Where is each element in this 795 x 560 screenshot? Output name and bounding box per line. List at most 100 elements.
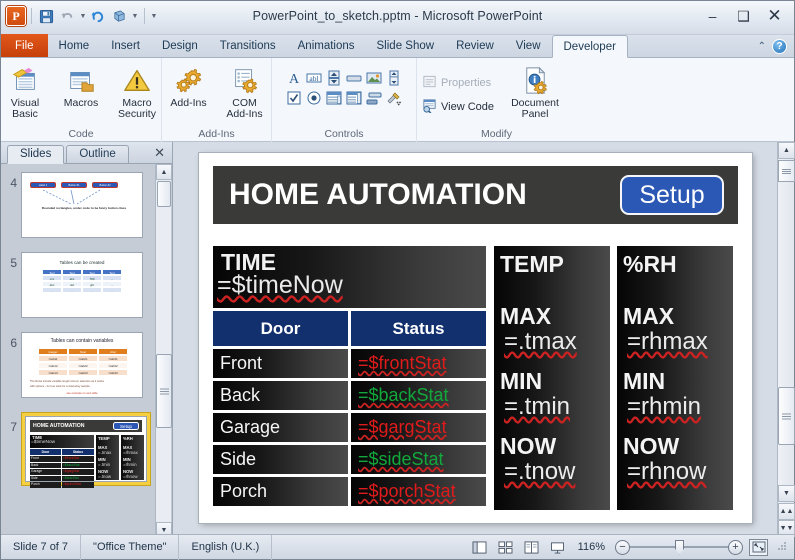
commandbutton-control-icon[interactable] <box>346 69 363 86</box>
thumb7-td: Garage <box>30 469 61 475</box>
tab-animations[interactable]: Animations <box>287 35 366 57</box>
tab-home[interactable]: Home <box>48 35 101 57</box>
tab-design[interactable]: Design <box>151 35 209 57</box>
close-button[interactable]: ✕ <box>759 3 790 29</box>
addins-group-buttons: Add-Ins COM Add-Ins <box>162 61 272 127</box>
maximize-button[interactable]: ❑ <box>728 3 759 29</box>
thumb5-title: Tables can be created <box>59 260 105 265</box>
zoom-slider[interactable]: − + <box>615 538 743 556</box>
optionbutton-control-icon[interactable] <box>306 89 323 106</box>
thumbnail-card[interactable]: Tables can contain variables integer flo… <box>21 332 143 398</box>
zoom-percent[interactable]: 116% <box>574 541 609 553</box>
visual-basic-button[interactable]: Visual Basic <box>0 61 52 120</box>
thumbnail-card-selected[interactable]: HOME AUTOMATION Setup TIME =$timeNow Doo… <box>25 416 147 488</box>
temp-min-label: MIN <box>500 368 543 394</box>
scroll-grip-icon <box>782 413 791 419</box>
thumbnail-5[interactable]: 5 Tables can be created Text Text Text T… <box>1 246 172 318</box>
table-row[interactable]: Front =$frontStat <box>213 349 486 378</box>
help-icon[interactable]: ? <box>772 39 787 54</box>
temp-now-value: =.tnow <box>504 458 576 485</box>
status-bar-right: 116% − + <box>470 538 794 556</box>
reading-view-icon[interactable] <box>522 538 542 556</box>
current-slide[interactable]: HOME AUTOMATION Setup TIME =$timeNow Doo… <box>199 153 752 523</box>
time-header[interactable]: TIME =$timeNow <box>213 246 486 308</box>
theme-name[interactable]: "Office Theme" <box>81 534 180 560</box>
minimize-button[interactable]: – <box>697 3 728 29</box>
label-control-icon[interactable]: A <box>286 69 303 86</box>
document-panel-icon <box>519 64 551 96</box>
thumb6-header-row: integer float char <box>38 348 128 355</box>
tab-developer[interactable]: Developer <box>551 35 628 58</box>
thumbnail-card[interactable]: Tables can be created Text Text Text Tex… <box>21 252 143 318</box>
workspace: Slides Outline ✕ 4 Label 1 Button #1 But… <box>1 142 795 538</box>
table-row[interactable]: Back =$backStat <box>213 381 486 410</box>
tab-insert[interactable]: Insert <box>100 35 151 57</box>
thumb7-val: =.tnow <box>98 474 112 479</box>
thumbnail-7[interactable]: 7 HOME AUTOMATION Setup TIME =$timeNow D… <box>1 406 172 488</box>
normal-view-icon[interactable] <box>470 538 490 556</box>
togglebutton-control-icon[interactable] <box>366 89 383 106</box>
scrollbar-control-icon[interactable] <box>386 69 403 86</box>
zoom-out-button[interactable]: − <box>615 539 630 555</box>
thumb7-head-row: Door Status <box>30 449 94 455</box>
spinbutton-control-icon[interactable] <box>326 69 343 86</box>
close-pane-icon[interactable]: ✕ <box>154 145 165 161</box>
macro-security-button[interactable]: Macro Security <box>110 61 164 120</box>
listbox-control-icon[interactable] <box>346 89 363 106</box>
slides-pane-scrollbar[interactable]: ▲ ▼ <box>155 164 172 538</box>
com-add-ins-button[interactable]: COM Add-Ins <box>218 61 272 120</box>
tab-transitions[interactable]: Transitions <box>209 35 287 57</box>
tab-view[interactable]: View <box>505 35 552 57</box>
minimize-ribbon-icon[interactable]: ⌃ <box>758 41 766 52</box>
fit-slide-to-window-icon[interactable] <box>749 538 768 556</box>
combobox-control-icon[interactable] <box>326 89 343 106</box>
outline-tab[interactable]: Outline <box>66 145 129 163</box>
slide-header-bar[interactable]: HOME AUTOMATION Setup <box>213 166 738 224</box>
image-control-icon[interactable] <box>366 69 383 86</box>
tab-review[interactable]: Review <box>445 35 505 57</box>
zoom-handle[interactable] <box>675 539 684 555</box>
scroll-thumb[interactable] <box>778 387 795 445</box>
slide-show-icon[interactable] <box>548 538 568 556</box>
resize-grip-icon[interactable] <box>776 541 788 553</box>
view-code-button[interactable]: View Code <box>422 97 494 116</box>
slides-scroll-up-button[interactable]: ▲ <box>156 164 172 180</box>
vb-line2: Basic <box>12 108 38 120</box>
add-ins-button[interactable]: Add-Ins <box>162 61 216 109</box>
slides-tab[interactable]: Slides <box>7 145 65 164</box>
slides-scroll-thumb[interactable] <box>156 354 172 428</box>
previous-slide-button[interactable]: ▲▲ <box>778 503 795 520</box>
temp-panel[interactable]: TEMP MAX =.tmax MIN =.tmin NOW =.tnow <box>494 246 610 510</box>
tab-slide-show[interactable]: Slide Show <box>366 35 446 57</box>
rh-panel[interactable]: %RH MAX =rhmax MIN =rhmin NOW =rhnow <box>617 246 733 510</box>
status-bar: Slide 7 of 7 "Office Theme" English (U.K… <box>1 534 794 560</box>
document-panel-button[interactable]: Document Panel <box>504 61 566 120</box>
scroll-up-button[interactable]: ▲ <box>778 142 795 159</box>
properties-button[interactable]: Properties <box>422 73 494 92</box>
slides-scroll-thumb-top[interactable] <box>157 181 171 207</box>
checkbox-control-icon[interactable] <box>286 89 303 106</box>
macros-button[interactable]: Macros <box>54 61 108 109</box>
thumb5-row: ... ... ... ... <box>42 287 122 293</box>
table-row[interactable]: Side =$sideStat <box>213 445 486 474</box>
setup-button[interactable]: Setup <box>620 175 724 215</box>
table-row[interactable]: Garage =$gargStat <box>213 413 486 442</box>
thumbnail-card[interactable]: Label 1 Button #1 Button #2 Rounded rect <box>21 172 143 238</box>
thumb7-td: Front <box>30 456 61 462</box>
more-controls-icon[interactable] <box>386 89 403 106</box>
table-row[interactable]: Porch =$porchStat <box>213 477 486 506</box>
thumbnail-6[interactable]: 6 Tables can contain variables integer f… <box>1 326 172 398</box>
thumbnail-4[interactable]: 4 Label 1 Button #1 Button #2 Rounded re… <box>1 166 172 238</box>
zoom-in-button[interactable]: + <box>728 539 743 555</box>
thumb7-val: =rhmin <box>123 462 137 467</box>
scroll-thumb-top[interactable] <box>778 160 795 182</box>
language[interactable]: English (U.K.) <box>179 534 273 560</box>
textbox-control-icon[interactable]: abl <box>306 69 323 86</box>
tab-file[interactable]: File <box>1 34 48 57</box>
thumb6-note3: see example on next slide <box>66 392 98 395</box>
slide-count[interactable]: Slide 7 of 7 <box>1 534 82 560</box>
slide-sorter-icon[interactable] <box>496 538 516 556</box>
scroll-down-button[interactable]: ▼ <box>778 485 795 502</box>
slide-area-scrollbar[interactable]: ▲ ▼ ▲▲ ▼▼ <box>777 142 795 538</box>
td: =tab31 <box>98 355 128 362</box>
